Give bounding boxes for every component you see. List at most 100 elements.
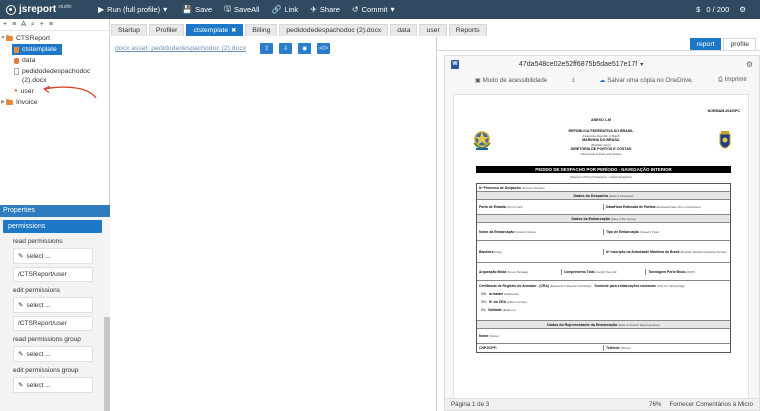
sort-icon[interactable]: A xyxy=(21,21,26,28)
link-button[interactable]: 🔗 Link xyxy=(271,5,298,14)
tree-folder-ctsreport[interactable]: ▼ CTSReport xyxy=(0,33,109,44)
tab-ctstemplate[interactable]: ctstemplate ✖ xyxy=(186,24,244,36)
doc-field: Nº Processo de Despacho xyxy=(479,185,521,190)
select-label: select ... xyxy=(26,302,51,309)
print-label: Imprimir xyxy=(724,76,747,83)
search-icon[interactable]: ⌕ xyxy=(31,21,35,29)
doc-field: Nome da Embarcação xyxy=(479,229,515,234)
tab-reports[interactable]: Reports xyxy=(448,24,487,36)
download-icon[interactable]: ⇩ xyxy=(279,43,293,54)
doc-row: Bandeira (Flag) Nº Inscrição na Autorida… xyxy=(477,241,730,263)
tab-startup[interactable]: Startup xyxy=(111,24,147,36)
preview-eye-icon[interactable]: ◉ xyxy=(298,43,312,54)
doc-field-en: (Phone) xyxy=(620,346,631,350)
chevron-down-icon: ▾ xyxy=(390,5,395,14)
collapse-icon[interactable]: ≡ xyxy=(49,21,53,28)
doc-field-en: (Brazilian Maritime Authority Number) xyxy=(680,249,727,254)
tree-item-ctstemplate[interactable]: ctstemplate xyxy=(12,44,62,55)
doc-section-title: Dados do Representante da Embarcação xyxy=(547,322,618,327)
code-icon[interactable]: </> xyxy=(317,43,331,54)
run-label: Run (full profile) xyxy=(107,5,161,14)
history-icon: ↺ xyxy=(351,5,359,14)
permissions-section-toggle[interactable]: permissions xyxy=(3,220,102,233)
close-icon[interactable]: ✖ xyxy=(231,28,236,34)
doc-section: Dados do Representante da Embarcação (Da… xyxy=(477,321,730,329)
add-folder-icon[interactable]: + xyxy=(40,21,44,28)
zoom-level[interactable]: 76% xyxy=(649,401,661,408)
pencil-icon: ✎ xyxy=(18,382,24,389)
feedback-link[interactable]: Fornecer Comentários à Micro xyxy=(669,401,753,408)
printer-icon: ⎙ xyxy=(717,76,725,83)
share-button[interactable]: ✈ Share xyxy=(310,5,340,14)
doc-field-en: (DWT) xyxy=(686,269,695,274)
doc-section-title: Dados do Despacho xyxy=(573,193,609,198)
properties-panel: permissions read permissions ✎ select ...… xyxy=(0,217,110,411)
annotation-arrow xyxy=(43,85,97,99)
doc-field-en: (Shipowner's Register Certificate) xyxy=(549,284,592,288)
doc-field-en: (Expire in) xyxy=(502,308,516,312)
edit-permissions-value: /CTSReport/user xyxy=(13,316,93,331)
accessibility-label: Modo de acessibilidade xyxy=(482,76,548,84)
doc-navy: MARINHA DO BRASIL xyxy=(582,138,620,142)
scrollbar[interactable] xyxy=(104,317,110,411)
doc-section-en: (Data of Vessel's Representative) xyxy=(618,322,660,327)
chevron-down-icon[interactable]: ▾ xyxy=(640,61,643,68)
read-permissions-label: read permissions xyxy=(13,238,63,245)
gear-icon[interactable]: ⚙ xyxy=(746,60,753,69)
properties-header: Properties xyxy=(0,205,110,217)
tree-item-user[interactable]: ● user xyxy=(0,85,109,99)
read-permissions-group-select[interactable]: ✎ select ... xyxy=(13,346,93,362)
read-permissions-select[interactable]: ✎ select ... xyxy=(13,248,93,264)
tab-data[interactable]: data xyxy=(390,24,418,36)
doc-directorate-en: (Directorate of Ports and Coasts) xyxy=(580,151,622,156)
pencil-icon: ✎ xyxy=(18,253,24,260)
saveall-button[interactable]: 🖫 SaveAll xyxy=(224,3,259,17)
doc-field-en: (CRA's number) xyxy=(507,300,527,304)
select-label: select ... xyxy=(26,382,51,389)
doc-field-en: (Length Over All) xyxy=(595,269,617,274)
tab-billing[interactable]: Billing xyxy=(245,24,278,36)
save-onedrive-label: Salvar uma cópia no OneDrive. xyxy=(607,76,694,84)
commit-label: Commit xyxy=(361,5,388,14)
docx-asset-link[interactable]: docx asset: pedidodedespachodoc (2).docx xyxy=(115,45,246,52)
upload-icon[interactable]: ⇪ xyxy=(260,43,274,54)
download-icon[interactable]: ⤓ xyxy=(572,76,575,84)
tab-profiler[interactable]: Profiler xyxy=(148,24,185,36)
doc-field-en: (Name) xyxy=(489,334,499,338)
navy-emblem xyxy=(719,131,731,149)
tab-label: Billing xyxy=(252,27,271,34)
tree-item-asset[interactable]: pedidodedespachodoc (2).docx xyxy=(0,66,109,86)
add-entity-icon[interactable]: + xyxy=(3,21,7,28)
doc-banner-en: (Request of Period Clearance - Inland Na… xyxy=(570,174,632,179)
edit-permissions-label: edit permissions xyxy=(13,287,60,294)
tab-asset[interactable]: pedidodedespachodoc (2).docx xyxy=(279,24,389,36)
doc-directorate: DIRETORIA DE PORTOS E COSTAS xyxy=(570,147,632,151)
folder-icon xyxy=(6,98,13,105)
jsreport-logo-icon xyxy=(6,4,16,15)
doc-field: Tonelagem Porte Bruto xyxy=(648,269,686,274)
menu-icon[interactable]: ≡ xyxy=(12,21,16,28)
gear-icon[interactable]: ⚙ xyxy=(739,5,746,14)
tree-item-label: pedidodedespachodoc (2).docx xyxy=(22,68,91,84)
tab-profile[interactable]: profile xyxy=(723,38,756,50)
share-label: Share xyxy=(319,5,340,14)
saveall-icon: 🖫 xyxy=(224,3,232,13)
tree-item-data[interactable]: data xyxy=(0,55,109,66)
run-button[interactable]: ▶ Run (full profile) ▾ xyxy=(98,5,170,14)
edit-permissions-group-select[interactable]: ✎ select ... xyxy=(13,377,93,393)
tab-report[interactable]: report xyxy=(689,38,722,50)
print-button[interactable]: ⎙ Imprimir xyxy=(718,76,747,84)
doc-row: Nome da Embarcação (Vessel's Name) Tipo … xyxy=(477,223,730,241)
accessibility-button[interactable]: ▣ Modo de acessibilidade xyxy=(475,77,547,84)
doc-roman: XIV. xyxy=(481,300,488,304)
doc-field-en: (Port of Call) xyxy=(506,205,523,209)
read-permissions-group-label: read permissions group xyxy=(13,336,81,343)
tab-user[interactable]: user xyxy=(419,24,447,36)
edit-permissions-select[interactable]: ✎ select ... xyxy=(13,297,93,313)
template-editor: docx asset: pedidodedespachodoc (2).docx… xyxy=(111,37,437,411)
save-onedrive-button[interactable]: ☁ Salvar uma cópia no OneDrive. xyxy=(599,77,693,84)
credits-counter[interactable]: 0 / 200 xyxy=(706,5,729,14)
save-button[interactable]: 💾 Save xyxy=(182,5,212,14)
doc-field: Nome xyxy=(479,334,489,338)
commit-button[interactable]: ↺ Commit ▾ xyxy=(352,5,398,14)
